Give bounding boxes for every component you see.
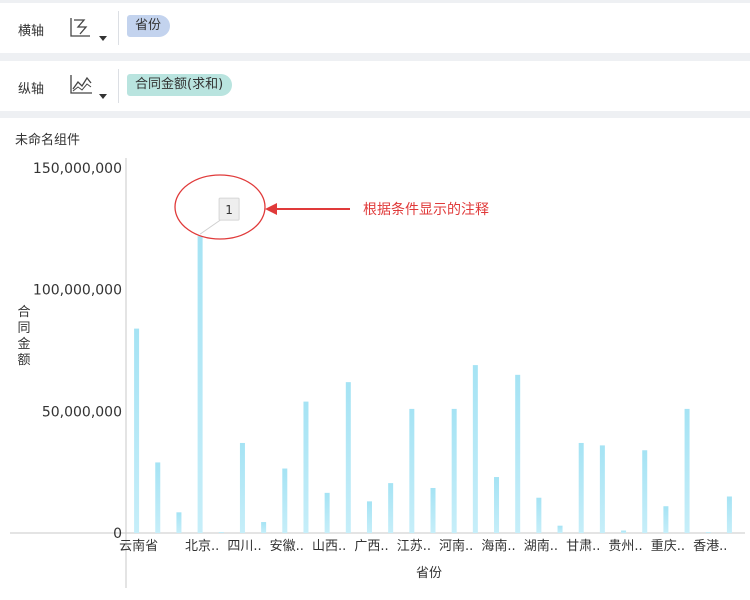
line-chart-type-icon[interactable] xyxy=(68,71,108,101)
y-axis-shelf: 纵轴 合同金额(求和) xyxy=(0,61,750,111)
bar xyxy=(705,532,711,533)
bar xyxy=(239,442,245,533)
bar xyxy=(536,497,542,533)
x-axis-title: 省份 xyxy=(416,566,442,581)
bar-chart-type-icon[interactable] xyxy=(68,14,108,44)
annotation-marker-label: 1 xyxy=(225,203,233,217)
bar xyxy=(134,328,140,533)
x-tick-label: 安徽.. xyxy=(270,539,304,554)
bar xyxy=(261,522,267,533)
bar xyxy=(176,512,182,533)
x-tick-label: 湖南.. xyxy=(524,538,558,554)
bar xyxy=(303,401,309,533)
bar xyxy=(684,408,690,533)
caret-down-icon xyxy=(99,36,107,41)
x-axis-shelf: 横轴 省份 xyxy=(0,3,750,53)
bar xyxy=(388,483,394,533)
bar xyxy=(557,525,563,533)
bar-chart: 050,000,000100,000,000150,000,000合同金额云南省… xyxy=(10,158,745,588)
bar xyxy=(324,492,330,533)
y-axis-title: 合同金额 xyxy=(17,305,30,368)
x-tick-label: 重庆.. xyxy=(651,538,685,554)
y-tick-label: 50,000,000 xyxy=(42,404,122,420)
y-axis-shelf-label: 纵轴 xyxy=(18,82,45,97)
x-tick-label: 贵州.. xyxy=(608,539,642,554)
bar xyxy=(451,408,457,533)
bar xyxy=(599,445,605,533)
x-tick-label: 海南.. xyxy=(481,538,515,554)
bar xyxy=(578,442,584,533)
x-tick-label: 山西.. xyxy=(312,539,346,554)
bar xyxy=(366,501,372,533)
x-axis-shelf-label: 横轴 xyxy=(18,24,45,39)
bar xyxy=(282,468,288,533)
bar xyxy=(726,496,732,533)
y-tick-label: 100,000,000 xyxy=(33,283,122,299)
x-tick-label: 香港.. xyxy=(693,539,727,554)
bar xyxy=(218,532,224,533)
x-tick-label: 广西.. xyxy=(354,539,388,554)
bar xyxy=(472,365,478,533)
bar xyxy=(155,462,161,533)
x-axis-field-pill[interactable]: 省份 xyxy=(127,15,171,37)
chart-panel: 未命名组件 0 50,000,000 100,000,000 150,000,000 合… xyxy=(0,118,750,600)
caret-down-icon xyxy=(99,94,107,99)
bar xyxy=(642,450,648,533)
x-tick-label: 四川.. xyxy=(227,539,261,554)
bar xyxy=(663,506,669,533)
bar xyxy=(430,487,436,533)
x-tick-label: 甘肃.. xyxy=(566,539,600,554)
shelf-divider xyxy=(118,69,119,103)
x-tick-label: 北京.. xyxy=(185,539,219,554)
y-tick-label: 150,000,000 xyxy=(33,161,122,177)
x-tick-label: 江苏.. xyxy=(397,538,431,554)
callout-arrow-head xyxy=(265,203,277,215)
bar xyxy=(197,236,203,533)
bar xyxy=(345,382,351,533)
bar xyxy=(515,374,521,533)
bar xyxy=(621,530,627,533)
shelf-divider xyxy=(118,11,119,45)
x-tick-label: 河南.. xyxy=(439,538,473,554)
bar xyxy=(409,408,415,533)
x-tick-label: 云南省 xyxy=(119,538,158,554)
bar xyxy=(494,477,500,533)
y-axis-field-pill[interactable]: 合同金额(求和) xyxy=(127,74,233,96)
annotation-callout-text: 根据条件显示的注释 xyxy=(363,201,489,218)
